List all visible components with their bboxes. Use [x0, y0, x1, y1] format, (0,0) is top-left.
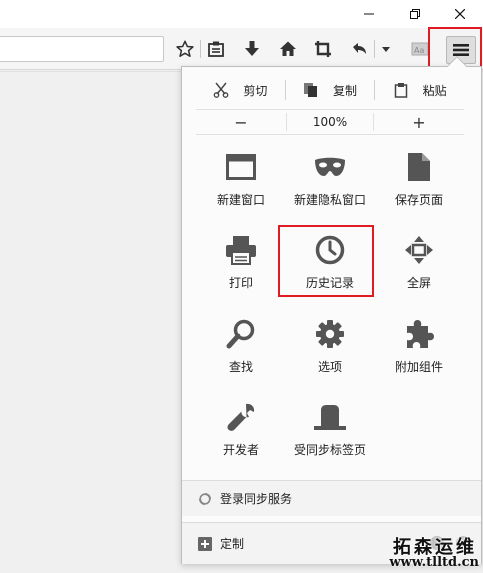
plus-icon	[198, 536, 212, 551]
watermark-url: www.tlltd.cn	[389, 555, 479, 570]
chevron-down-icon	[382, 47, 390, 52]
print-label: 打印	[228, 276, 253, 290]
new-window-label: 新建窗口	[216, 193, 265, 207]
history-highlight	[278, 225, 374, 297]
sync-label: 登录同步服务	[220, 492, 293, 506]
sign-in-sync-row[interactable]: 登录同步服务	[182, 480, 481, 516]
zoom-out-button[interactable]: −	[196, 113, 286, 132]
undo-icon	[353, 43, 366, 54]
cut-label: 剪切	[243, 83, 268, 98]
new-window-button[interactable]: 新建窗口	[196, 147, 286, 217]
star-icon	[176, 40, 194, 57]
title-bar	[0, 0, 483, 28]
fullscreen-icon	[405, 236, 433, 264]
paste-button[interactable]: 粘贴	[375, 77, 464, 103]
find-button[interactable]: 查找	[196, 314, 286, 384]
sync-icon	[199, 492, 211, 505]
toolbar-separator	[200, 40, 201, 58]
zoom-in-button[interactable]: +	[374, 113, 464, 132]
restore-button[interactable]	[392, 0, 438, 28]
new-window-icon	[226, 154, 256, 180]
printer-icon	[226, 236, 256, 265]
edit-controls: 剪切 复制 粘贴	[196, 77, 464, 103]
puzzle-icon	[407, 320, 434, 348]
synced-tabs-icon	[314, 405, 346, 430]
copy-label: 复制	[333, 83, 358, 98]
new-private-window-label: 新建隐私窗口	[293, 193, 366, 207]
wrench-icon	[227, 403, 255, 431]
restore-icon	[410, 9, 420, 19]
print-button[interactable]: 打印	[196, 230, 286, 300]
download-icon	[245, 41, 259, 56]
home-icon	[280, 41, 296, 56]
minimize-icon	[364, 13, 374, 15]
gear-icon	[316, 320, 344, 348]
undo-dropdown[interactable]	[377, 37, 395, 61]
close-icon	[455, 9, 465, 19]
copy-button[interactable]: 复制	[286, 77, 375, 103]
reading-list-icon	[208, 41, 224, 57]
scissors-icon	[213, 82, 229, 98]
save-page-button[interactable]: 保存页面	[374, 147, 464, 217]
search-input[interactable]	[0, 36, 164, 62]
synced-tabs-button[interactable]: 受同步标签页	[285, 397, 375, 467]
fullscreen-button[interactable]: 全屏	[374, 230, 464, 300]
home-button[interactable]	[276, 37, 300, 61]
cut-button[interactable]: 剪切	[196, 77, 285, 103]
bookmark-star-button[interactable]	[173, 37, 197, 61]
developer-label: 开发者	[222, 443, 259, 457]
minimize-button[interactable]	[346, 0, 392, 28]
addons-button[interactable]: 附加组件	[374, 314, 464, 384]
copy-icon	[304, 83, 317, 97]
options-button[interactable]: 选项	[285, 314, 375, 384]
save-page-label: 保存页面	[394, 193, 443, 207]
main-menu-panel: 剪切 复制 粘贴 − 100% + 新建窗口 新建隐私窗口 保存页面 打印 历史…	[181, 56, 482, 564]
svg-text:Aa: Aa	[414, 46, 424, 55]
reading-list-button[interactable]	[204, 37, 228, 61]
developer-button[interactable]: 开发者	[196, 397, 286, 467]
toolbar-separator	[374, 40, 375, 58]
navigation-toolbar: Aa	[0, 28, 483, 70]
private-mask-icon	[315, 157, 345, 176]
undo-button[interactable]	[347, 37, 371, 61]
find-label: 查找	[228, 360, 253, 374]
zoom-controls: − 100% +	[196, 109, 464, 135]
screenshot-icon	[315, 41, 331, 57]
watermark: 拓森运维 www.tlltd.cn	[376, 533, 483, 573]
close-button[interactable]	[437, 0, 483, 28]
save-page-icon	[408, 153, 430, 181]
downloads-button[interactable]	[240, 37, 264, 61]
reader-view-icon: Aa	[411, 42, 429, 56]
magnifier-icon	[226, 319, 255, 349]
screenshot-button[interactable]	[311, 37, 335, 61]
customize-label: 定制	[220, 537, 245, 551]
addons-label: 附加组件	[394, 360, 443, 374]
options-label: 选项	[317, 360, 342, 374]
paste-icon	[394, 83, 407, 98]
synced-tabs-label: 受同步标签页	[293, 443, 366, 457]
zoom-reset-button[interactable]: 100%	[286, 113, 374, 131]
new-private-window-button[interactable]: 新建隐私窗口	[285, 147, 375, 217]
fullscreen-label: 全屏	[406, 276, 431, 290]
paste-label: 粘贴	[422, 83, 447, 98]
